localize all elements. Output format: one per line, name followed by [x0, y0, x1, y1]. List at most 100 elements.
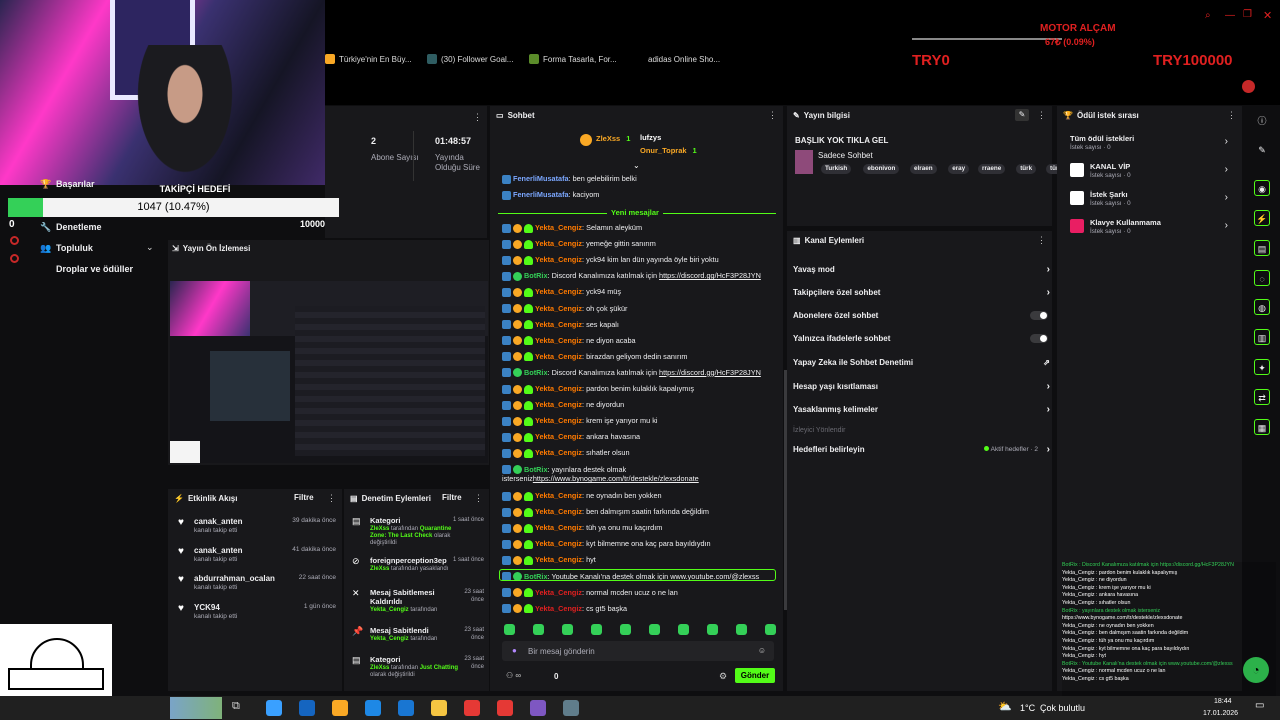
more-icon[interactable]: ⋮	[327, 493, 336, 504]
more-icon[interactable]: ⋮	[1037, 110, 1046, 121]
pencil-icon[interactable]: ✎	[1254, 142, 1270, 158]
clock-time[interactable]: 18:44	[1214, 698, 1232, 705]
channel-action-item[interactable]: Hedefleri belirleyin › Aktif hedefler · 2	[793, 442, 1050, 456]
activity-item[interactable]: ♥ abdurrahman_ocalan kanalı takip etti 22 s…	[176, 574, 336, 598]
modlog-filter-button[interactable]: Filtre	[442, 493, 462, 502]
nav-achievements[interactable]: 🏆 Başarılar	[40, 177, 95, 191]
folder-icon[interactable]	[431, 700, 447, 716]
activity-item[interactable]: ♥ YCK94 kanalı takip etti 1 gün önce	[176, 603, 336, 627]
reward-item[interactable]: KANAL VİP İstek sayısı · 0 ›	[1068, 161, 1238, 183]
tag-pill[interactable]: eray	[948, 164, 970, 174]
stream-preview-video[interactable]	[170, 281, 488, 463]
document-icon[interactable]: ▤	[1254, 240, 1270, 256]
chat-message[interactable]: Yekta_Cengiz: ankara havasına	[502, 432, 777, 442]
chat-message[interactable]: FenerliMusatafa: ben gelebilirim belki	[502, 174, 777, 184]
emote-icon[interactable]	[736, 624, 747, 635]
external-link-icon[interactable]: ⇗	[1043, 358, 1050, 367]
stream-category[interactable]: Sadece Sohbet	[818, 151, 873, 160]
more-icon[interactable]: ⋮	[474, 493, 483, 504]
edge-icon[interactable]	[299, 700, 315, 716]
chat-icon[interactable]: ◌	[1254, 270, 1270, 286]
top-user[interactable]: lufzys	[640, 133, 667, 142]
camera-icon[interactable]: ◉	[1254, 180, 1270, 196]
info-icon[interactable]: ⓘ	[1254, 113, 1270, 129]
chat-message[interactable]: Yekta_Cengiz: ne oynadın ben yokken	[502, 491, 777, 501]
emote-icon[interactable]	[591, 624, 602, 635]
task-view-icon[interactable]: ⧉	[232, 700, 240, 713]
chat-message[interactable]: Yekta_Cengiz: sıhatler olsun	[502, 448, 777, 458]
chat-message[interactable]: BotRix: Discord Kanalımıza katılmak için…	[502, 271, 777, 281]
chat-message[interactable]: Yekta_Cengiz: ben dalmışım saatin farkın…	[502, 507, 777, 517]
emote-icon[interactable]	[533, 624, 544, 635]
emote-icon[interactable]	[678, 624, 689, 635]
recorder-icon[interactable]	[464, 700, 480, 716]
bookmark-item[interactable]: Türkiye'nin En Büy...	[325, 53, 412, 65]
tag-pill[interactable]: Turkish	[821, 164, 852, 174]
chat-message[interactable]: Yekta_Cengiz: ne diyon acaba	[502, 336, 777, 346]
discord-icon[interactable]	[497, 700, 513, 716]
tag-pill[interactable]: ebonivon	[863, 164, 900, 174]
obs-icon[interactable]	[530, 700, 546, 716]
toggle-switch[interactable]	[1030, 333, 1048, 343]
outlook-icon[interactable]	[365, 700, 381, 716]
chat-message[interactable]: Yekta_Cengiz: normal mcden ucuz o ne lan	[502, 588, 777, 598]
emote-icon[interactable]	[504, 624, 515, 635]
steam-icon[interactable]	[563, 700, 579, 716]
chat-message[interactable]: Yekta_Cengiz: yemeğe gittin sanırım	[502, 239, 777, 249]
more-icon[interactable]: ⋮	[1037, 235, 1046, 246]
chat-message[interactable]: Yekta_Cengiz: cs gt5 başka	[502, 604, 777, 614]
chat-message[interactable]: Yekta_Cengiz: pardon benim kulaklık kapa…	[502, 384, 777, 394]
chat-message[interactable]: Yekta_Cengiz: oh çok şükür	[502, 304, 777, 314]
more-icon[interactable]: ⋮	[768, 110, 777, 121]
channel-action-item[interactable]: Yapay Zeka ile Sohbet Denetimi ⇗	[793, 355, 1050, 369]
mic-icon[interactable]: ●	[512, 646, 517, 655]
toggle-switch[interactable]	[1030, 310, 1048, 320]
channel-action-item[interactable]: Yasaklanmış kelimeler ›	[793, 402, 1050, 416]
chat-message[interactable]: Yekta_Cengiz: Selamın aleyküm	[502, 223, 777, 233]
top-user[interactable]: Onur_Toprak 1	[640, 146, 697, 155]
chat-message[interactable]: Yekta_Cengiz: ses kapalı	[502, 320, 777, 330]
chat-link[interactable]: https://discord.gg/HcF3P28JYN	[659, 271, 761, 280]
bolt-icon[interactable]: ⚡	[1254, 210, 1270, 226]
channel-action-item[interactable]: Yavaş mod ›	[793, 262, 1050, 276]
bookmark-item[interactable]: (30) Follower Goal...	[427, 53, 513, 65]
shuffle-icon[interactable]: ⇄	[1254, 389, 1270, 405]
chevron-down-icon[interactable]: ⌄	[633, 161, 640, 170]
points-icon[interactable]: ⚇ ∞	[506, 671, 521, 680]
emote-icon[interactable]	[620, 624, 631, 635]
clock-date[interactable]: 17.01.2026	[1203, 710, 1238, 717]
chat-message[interactable]: Yekta_Cengiz: yck94 kim lan dün yayında …	[502, 255, 777, 265]
chat-input[interactable]: ● Bir mesaj gönderin ☺	[502, 641, 774, 661]
tag-pill[interactable]: rraene	[978, 164, 1006, 174]
channel-action-item[interactable]: Takipçilere özel sohbet ›	[793, 285, 1050, 299]
chat-message[interactable]: Yekta_Cengiz: hyt	[502, 555, 777, 565]
nav-community[interactable]: 👥 Topluluk	[40, 241, 93, 255]
chat-link[interactable]: https://discord.gg/HcF3P28JYN	[659, 368, 761, 377]
chevron-down-icon[interactable]: ⌄	[146, 242, 154, 253]
close-icon[interactable]: ✕	[1263, 9, 1272, 22]
chat-message[interactable]: BotRix: Discord Kanalımıza katılmak için…	[502, 368, 777, 378]
calculator-icon[interactable]: ▦	[1254, 419, 1270, 435]
activity-filter-button[interactable]: Filtre	[294, 493, 314, 502]
bookmark-item[interactable]: Forma Tasarla, For...	[529, 53, 617, 65]
send-button[interactable]: Gönder	[735, 668, 775, 683]
channel-action-item[interactable]: Yalnızca ifadelerle sohbet	[793, 331, 1050, 345]
nav-drops[interactable]: Droplar ve ödüller	[40, 262, 133, 276]
gear-icon[interactable]: ⚙	[719, 671, 727, 682]
channel-action-item[interactable]: Hesap yaşı kısıtlaması ›	[793, 379, 1050, 393]
tag-pill[interactable]: türk	[1016, 164, 1037, 174]
taskbar-widget[interactable]	[170, 697, 222, 719]
chat-message[interactable]: Yekta_Cengiz: kyt bilmemne ona kaç para …	[502, 539, 777, 549]
chat-message[interactable]: Yekta_Cengiz: ne diyordun	[502, 400, 777, 410]
edit-icon[interactable]: ✎	[1015, 109, 1029, 121]
reward-item[interactable]: Klavye Kullanmama İstek sayısı · 0 ›	[1068, 217, 1238, 239]
bookmark-item[interactable]: adidas Online Sho...	[634, 53, 720, 65]
list-icon[interactable]: ▥	[1254, 329, 1270, 345]
store-icon[interactable]	[332, 700, 348, 716]
broadcast-icon[interactable]: ◍	[1254, 299, 1270, 315]
chat-message[interactable]: Yekta_Cengiz: yck94 müş	[502, 287, 777, 297]
activity-item[interactable]: ♥ canak_anten kanalı takip etti 41 dakika ö…	[176, 546, 336, 570]
nav-moderation[interactable]: 🔧 Denetleme	[40, 220, 102, 234]
chat-message[interactable]: FenerliMusatafa: kaciyom	[502, 190, 777, 200]
maximize-icon[interactable]: ❐	[1243, 9, 1252, 20]
